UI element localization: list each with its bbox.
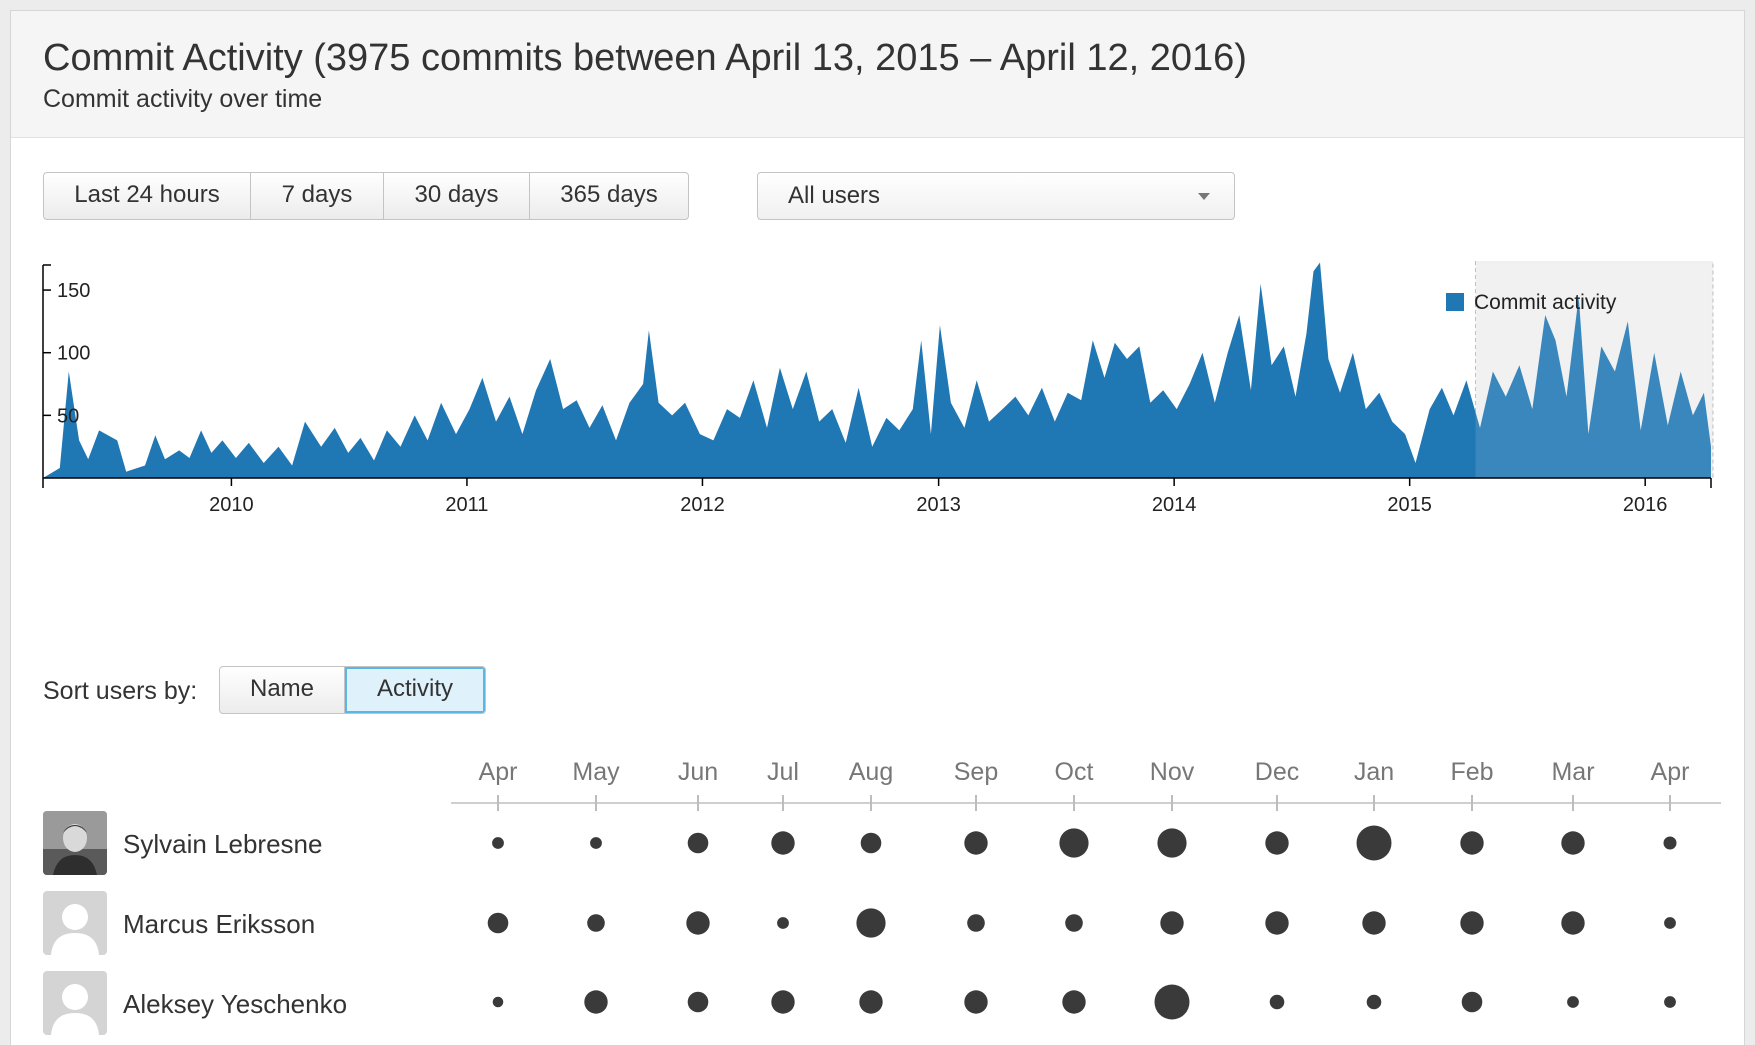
activity-dot[interactable]	[590, 837, 602, 849]
month-axis: Apr May Jun Jul Aug Sep Oct Nov Dec Jan Feb Mar Apr	[451, 758, 1721, 811]
activity-dot[interactable]	[1561, 831, 1585, 855]
activity-dot[interactable]	[1567, 996, 1579, 1008]
month-label: Oct	[1055, 758, 1094, 786]
activity-dot[interactable]	[1160, 911, 1184, 935]
chevron-down-icon	[1198, 193, 1210, 200]
activity-dot[interactable]	[492, 996, 504, 1008]
user-filter-value: All users	[788, 182, 881, 209]
user-filter-select[interactable]: All users	[757, 172, 1235, 220]
activity-dot[interactable]	[686, 911, 710, 935]
activity-dot[interactable]	[860, 832, 882, 854]
activity-dot[interactable]	[1356, 825, 1392, 861]
activity-dot[interactable]	[856, 908, 886, 938]
page-title: Commit Activity (3975 commits between Ap…	[43, 37, 1247, 79]
x-tick-label: 2013	[916, 494, 961, 516]
time-range-selector: Last 24 hours 7 days 30 days 365 days	[43, 172, 689, 220]
x-tick-label: 2010	[209, 494, 254, 516]
x-axis: 2010 2011 2012 2013 2014 2015 2016	[42, 477, 1712, 516]
x-tick-label: 2014	[1152, 494, 1197, 516]
default-avatar-icon	[43, 891, 107, 955]
sort-by-activity-button[interactable]: Activity	[345, 667, 485, 713]
activity-dot[interactable]	[967, 914, 985, 932]
month-label: Jun	[678, 758, 718, 786]
range-365-days-button[interactable]: 365 days	[530, 173, 688, 219]
activity-dot[interactable]	[1460, 911, 1484, 935]
activity-dot[interactable]	[687, 832, 709, 854]
activity-dot[interactable]	[1265, 911, 1289, 935]
activity-dot[interactable]	[777, 917, 789, 929]
activity-dot[interactable]	[687, 991, 709, 1013]
user-name: Marcus Eriksson	[123, 909, 316, 939]
chart-legend: Commit activity	[1446, 291, 1617, 314]
activity-dot[interactable]	[1561, 911, 1585, 935]
activity-dot[interactable]	[1265, 831, 1289, 855]
user-dot-rows	[487, 825, 1677, 1020]
user-row[interactable]: Marcus Eriksson	[43, 891, 463, 955]
month-label: Dec	[1255, 758, 1299, 786]
month-label: Jan	[1354, 758, 1394, 786]
month-label: Mar	[1551, 758, 1594, 786]
avatar	[43, 811, 107, 875]
month-label: Feb	[1450, 758, 1493, 786]
month-label: Sep	[954, 758, 998, 786]
x-tick-label: 2011	[445, 494, 488, 516]
range-30-days-button[interactable]: 30 days	[384, 173, 530, 219]
activity-dot[interactable]	[1460, 831, 1484, 855]
sort-by-name-button[interactable]: Name	[220, 667, 345, 713]
month-label: Apr	[479, 758, 518, 786]
activity-dot[interactable]	[1461, 991, 1483, 1013]
activity-dot[interactable]	[587, 914, 605, 932]
month-label: Aug	[849, 758, 893, 786]
legend-label: Commit activity	[1474, 291, 1617, 314]
activity-dot[interactable]	[1065, 914, 1083, 932]
user-row[interactable]: Aleksey Yeschenko	[43, 971, 463, 1035]
y-tick-label: 50	[57, 405, 79, 427]
range-24-hours-button[interactable]: Last 24 hours	[44, 173, 251, 219]
activity-dot[interactable]	[771, 990, 795, 1014]
page-subtitle: Commit activity over time	[43, 85, 323, 113]
x-tick-label: 2016	[1623, 494, 1668, 516]
activity-dot[interactable]	[859, 990, 883, 1014]
x-tick-label: 2015	[1387, 494, 1432, 516]
activity-dot[interactable]	[1062, 990, 1086, 1014]
activity-dot[interactable]	[1154, 984, 1190, 1020]
y-tick-label: 150	[57, 280, 90, 302]
sort-label: Sort users by:	[43, 677, 198, 705]
user-photo-icon	[43, 811, 107, 875]
commit-activity-panel: Commit Activity (3975 commits between Ap…	[10, 10, 1745, 1045]
activity-dot[interactable]	[1664, 996, 1676, 1008]
sort-selector: Name Activity	[219, 666, 486, 714]
activity-dot[interactable]	[1664, 917, 1676, 929]
panel-header: Commit Activity (3975 commits between Ap…	[11, 11, 1744, 138]
activity-dot[interactable]	[584, 990, 608, 1014]
activity-dot[interactable]	[1362, 911, 1386, 935]
activity-dot[interactable]	[1366, 994, 1382, 1010]
activity-dot[interactable]	[964, 990, 988, 1014]
default-avatar-icon	[43, 971, 107, 1035]
activity-dot[interactable]	[487, 912, 509, 934]
activity-dot[interactable]	[771, 831, 795, 855]
month-label: Jul	[767, 758, 799, 786]
x-tick-label: 2012	[680, 494, 725, 516]
y-tick-label: 100	[57, 343, 90, 365]
range-7-days-button[interactable]: 7 days	[251, 173, 384, 219]
activity-dot[interactable]	[1157, 828, 1187, 858]
user-name: Sylvain Lebresne	[123, 829, 323, 859]
user-name: Aleksey Yeschenko	[123, 989, 348, 1019]
activity-dot[interactable]	[1269, 994, 1285, 1010]
activity-dot[interactable]	[492, 837, 504, 849]
month-label: Nov	[1150, 758, 1195, 786]
legend-swatch	[1446, 293, 1464, 311]
activity-dot[interactable]	[1663, 836, 1677, 850]
activity-dot[interactable]	[1059, 828, 1089, 858]
activity-dot[interactable]	[964, 831, 988, 855]
user-row[interactable]: Sylvain Lebresne	[43, 811, 463, 875]
month-label: May	[572, 758, 620, 786]
month-label: Apr	[1651, 758, 1690, 786]
commit-activity-chart[interactable]: 50 100 150 2010 2011 2012 2013 2014 2015 2016 Co…	[11, 261, 1744, 581]
